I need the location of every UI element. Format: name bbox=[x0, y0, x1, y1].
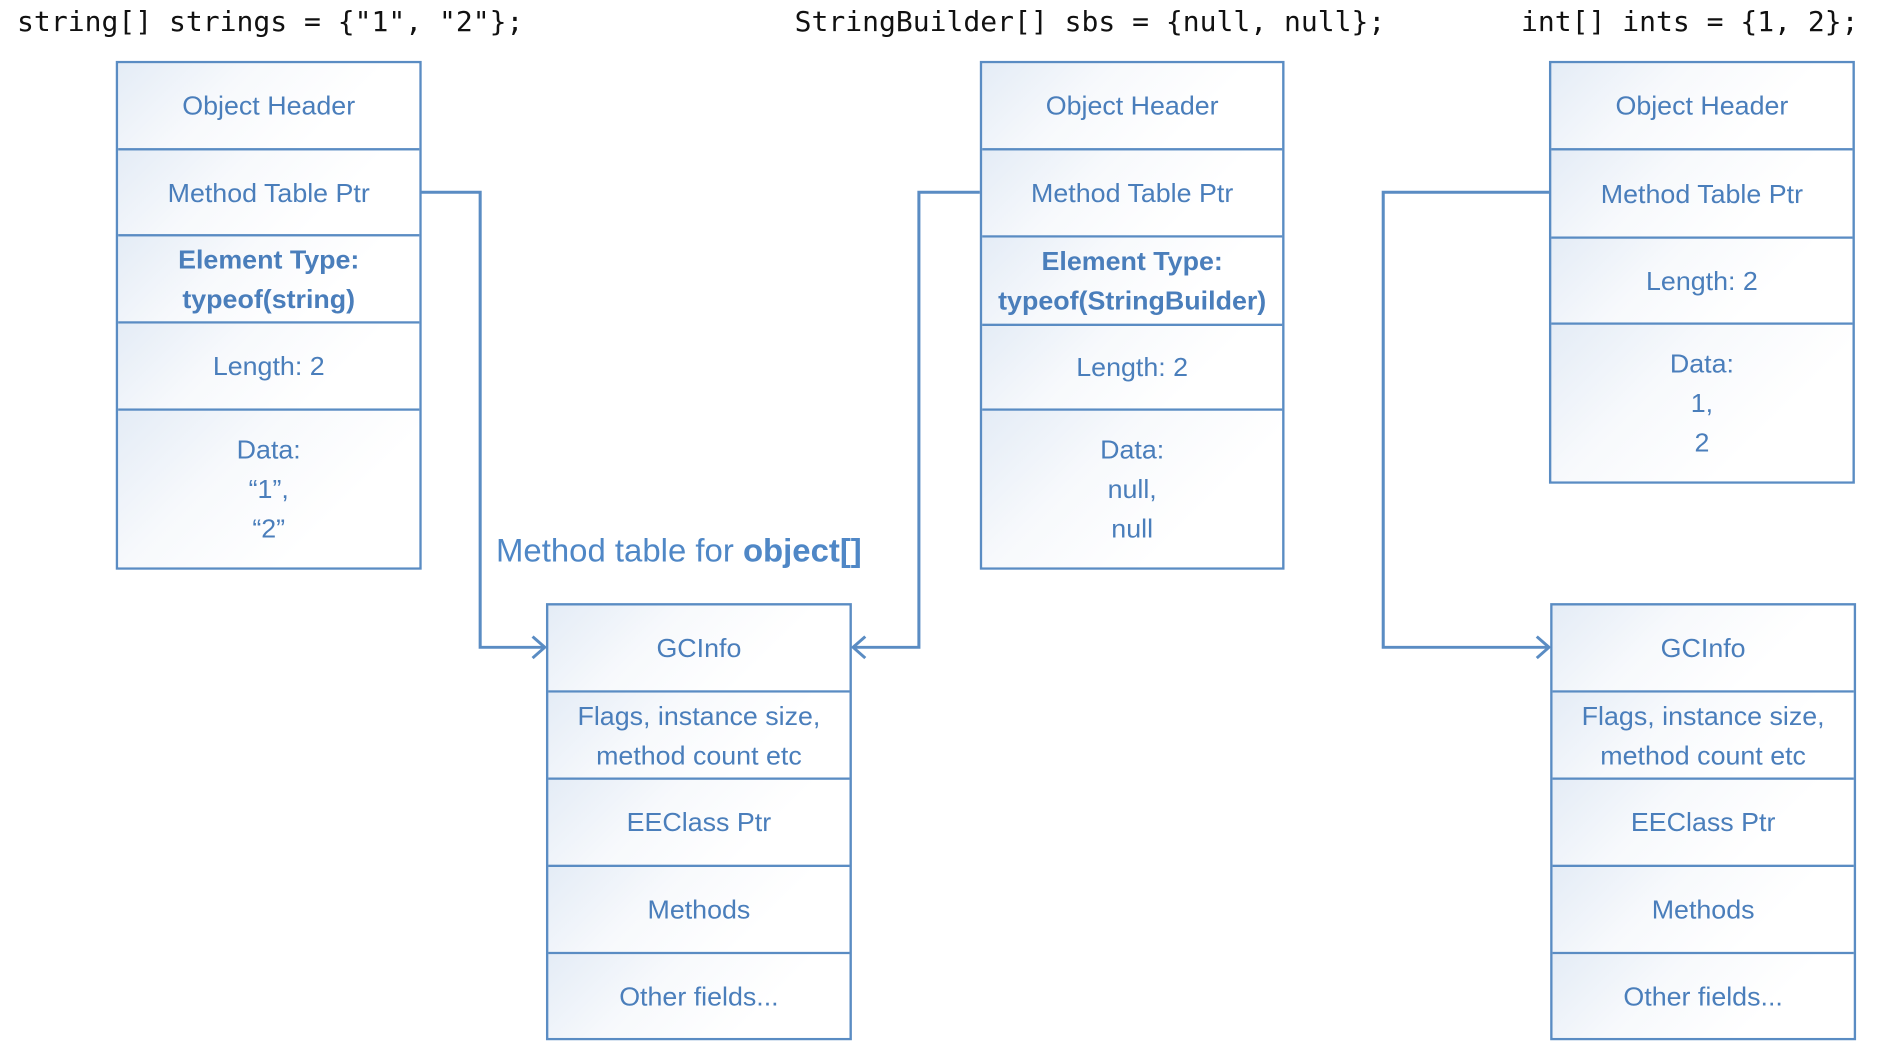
field-text: typeof(StringBuilder) bbox=[998, 285, 1267, 316]
field-text: Other fields... bbox=[619, 981, 779, 1011]
field-text: Length: 2 bbox=[1646, 265, 1758, 296]
field-text: null bbox=[1111, 513, 1154, 544]
field-row: Data: “1”, “2” bbox=[118, 410, 420, 568]
field-text: GCInfo bbox=[1660, 632, 1746, 663]
field-text: null, bbox=[1107, 474, 1157, 504]
field-row: Element Type: typeof(StringBuilder) bbox=[982, 237, 1283, 327]
field-text: method count etc bbox=[1600, 739, 1806, 770]
field-row: EEClass Ptr bbox=[1552, 779, 1854, 868]
field-text: Object Header bbox=[1045, 90, 1219, 121]
field-row: GCInfo bbox=[1552, 605, 1854, 693]
field-text: “1”, bbox=[248, 474, 289, 504]
field-row: Length: 2 bbox=[1551, 238, 1853, 325]
field-row: Flags, instance size, method count etc bbox=[548, 692, 850, 780]
field-row: Object Header bbox=[1551, 63, 1853, 151]
field-row: Method Table Ptr bbox=[982, 150, 1283, 238]
field-text: method count etc bbox=[596, 739, 802, 770]
field-row: Other fields... bbox=[1552, 954, 1854, 1038]
field-row: Object Header bbox=[118, 63, 420, 151]
field-text: Data: bbox=[236, 434, 301, 465]
field-text: Object Header bbox=[1615, 90, 1789, 121]
field-text: EEClass Ptr bbox=[626, 807, 772, 838]
field-text: 2 bbox=[1694, 427, 1710, 458]
method-table-label: Method table for object[] bbox=[496, 533, 862, 570]
field-text: Method Table Ptr bbox=[1031, 177, 1234, 208]
field-row: Data: 1, 2 bbox=[1551, 324, 1853, 482]
int-method-table-box: GCInfo Flags, instance size, method count … bbox=[1550, 603, 1857, 1041]
field-text: Object Header bbox=[182, 90, 356, 121]
object-method-table-box: GCInfo Flags, instance size, method count … bbox=[545, 603, 852, 1041]
field-text: GCInfo bbox=[656, 632, 742, 663]
sbs-mt-pointer bbox=[853, 190, 980, 649]
field-text: Method Table Ptr bbox=[167, 177, 370, 208]
field-row: EEClass Ptr bbox=[548, 779, 850, 868]
strings-array-box: Object Header Method Table Ptr Element Typ… bbox=[115, 60, 422, 570]
field-text: Flags, instance size, bbox=[1581, 700, 1825, 731]
field-row: Method Table Ptr bbox=[1551, 150, 1853, 239]
field-row: Object Header bbox=[982, 63, 1283, 151]
ints-array-box: Object Header Method Table Ptr Length: 2 Da… bbox=[1548, 60, 1855, 484]
label-prefix: Method table for bbox=[496, 532, 743, 569]
field-text: Element Type: bbox=[178, 244, 360, 275]
field-text: Data: bbox=[1669, 348, 1734, 379]
field-text: Other fields... bbox=[1623, 981, 1783, 1011]
field-text: EEClass Ptr bbox=[1630, 807, 1776, 838]
field-text: 1, bbox=[1690, 388, 1714, 419]
field-row: Data: null, null bbox=[982, 410, 1283, 568]
field-row: Other fields... bbox=[548, 954, 850, 1038]
label-type: object[] bbox=[742, 532, 862, 569]
field-text: Element Type: bbox=[1041, 246, 1223, 276]
field-text: Method Table Ptr bbox=[1600, 178, 1804, 209]
diagram: string[] strings = {"1", "2"}; StringBui… bbox=[0, 0, 1889, 1051]
field-text: Flags, instance size, bbox=[577, 700, 821, 731]
field-text: Length: 2 bbox=[212, 351, 325, 381]
field-row: Length: 2 bbox=[118, 323, 420, 411]
field-text: “2” bbox=[252, 513, 286, 544]
field-text: Length: 2 bbox=[1076, 352, 1189, 383]
field-row: GCInfo bbox=[548, 605, 850, 693]
field-row: Method Table Ptr bbox=[118, 150, 420, 237]
strings-mt-pointer bbox=[420, 190, 545, 649]
sbs-array-box: Object Header Method Table Ptr Element Typ… bbox=[979, 60, 1285, 570]
field-text: Methods bbox=[647, 894, 751, 925]
field-text: Data: bbox=[1100, 434, 1165, 465]
field-row: Methods bbox=[1552, 867, 1854, 955]
field-text: typeof(string) bbox=[182, 283, 356, 314]
field-row: Flags, instance size, method count etc bbox=[1552, 692, 1854, 780]
field-row: Length: 2 bbox=[982, 326, 1283, 411]
field-row: Methods bbox=[548, 867, 850, 955]
field-text: Methods bbox=[1651, 894, 1755, 925]
field-row: Element Type: typeof(string) bbox=[118, 236, 420, 324]
ints-mt-pointer bbox=[1381, 190, 1549, 649]
